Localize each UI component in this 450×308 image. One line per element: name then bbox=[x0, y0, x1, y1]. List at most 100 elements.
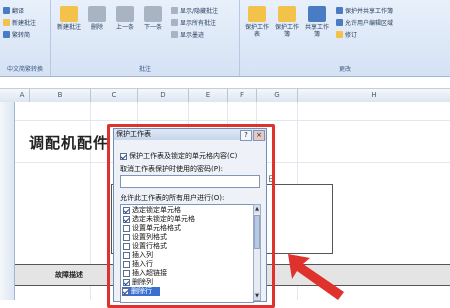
password-label: 取消工作表保护时使用的密码(P): bbox=[120, 165, 224, 173]
previous-comment-button[interactable]: 上一条 bbox=[111, 6, 139, 31]
list-item-selected[interactable]: 删除行 bbox=[122, 287, 160, 296]
list-item-label: 删除行 bbox=[131, 287, 152, 295]
protect-workbook-button[interactable]: 保护工作簿 bbox=[273, 6, 301, 38]
permissions-list[interactable]: 选定锁定单元格 选定未锁定的单元格 设置单元格格式 设置列格式 设置行格式 插入… bbox=[120, 204, 254, 303]
comment-icon bbox=[60, 6, 78, 22]
checkbox-checked-icon[interactable] bbox=[120, 152, 127, 160]
comment-toggle-icon bbox=[171, 7, 178, 14]
column-header[interactable]: F bbox=[228, 89, 257, 102]
checkbox-checked-icon[interactable] bbox=[123, 278, 130, 286]
lock-workbook-icon bbox=[278, 6, 296, 22]
list-item[interactable]: 设置列格式 bbox=[123, 233, 167, 242]
password-input[interactable] bbox=[120, 175, 260, 188]
list-item-label: 设置行格式 bbox=[132, 242, 167, 250]
column-header[interactable]: H bbox=[298, 89, 450, 102]
list-item-label: 设置列格式 bbox=[132, 233, 167, 241]
checkbox-label: 保护工作表及锁定的单元格内容(C) bbox=[129, 152, 238, 160]
share-icon bbox=[308, 6, 326, 22]
checkbox-unchecked-icon[interactable] bbox=[123, 242, 130, 250]
scroll-up-icon[interactable]: ▲ bbox=[254, 205, 260, 213]
checkbox-unchecked-icon[interactable] bbox=[123, 224, 130, 232]
track-changes-button[interactable]: 修订 bbox=[336, 30, 357, 39]
list-item-label: 插入行 bbox=[132, 260, 153, 268]
column-header[interactable]: E bbox=[189, 89, 228, 102]
list-item-label: 插入列 bbox=[132, 251, 153, 259]
translate-icon bbox=[3, 7, 10, 14]
checkbox-checked-icon[interactable] bbox=[122, 287, 129, 295]
show-ink-button[interactable]: 显示墨迹 bbox=[171, 30, 204, 39]
list-item[interactable]: 设置单元格格式 bbox=[123, 224, 181, 233]
lock-sheet-icon bbox=[248, 6, 266, 22]
previous-icon bbox=[116, 6, 134, 22]
fault-description-label: 故障描述 bbox=[55, 271, 83, 279]
ribbon-item-convert[interactable]: 繁转简 bbox=[3, 30, 30, 39]
delete-comment-button[interactable]: 删除 bbox=[83, 6, 111, 31]
column-header[interactable]: C bbox=[91, 89, 138, 102]
list-item-label: 选定锁定单元格 bbox=[132, 206, 181, 214]
toggle-comment-button[interactable]: 显示/隐藏批注 bbox=[171, 6, 218, 15]
next-comment-button[interactable]: 下一条 bbox=[139, 6, 167, 31]
ribbon-item-label: 允许用户编辑区域 bbox=[345, 20, 394, 27]
ribbon-item-label: 新建批注 bbox=[12, 20, 37, 27]
ribbon-item-label: 翻译 bbox=[12, 8, 25, 15]
new-comment-button[interactable]: 新建批注 bbox=[55, 6, 83, 31]
button-label: 保护工作簿 bbox=[274, 24, 299, 38]
list-item[interactable]: 插入超链接 bbox=[123, 269, 167, 278]
protect-sheet-dialog: 保护工作表 ? × 保护工作表及锁定的单元格内容(C) 取消工作表保护时使用的密… bbox=[113, 128, 267, 303]
checkbox-unchecked-icon[interactable] bbox=[123, 269, 130, 277]
list-item[interactable]: 选定未锁定的单元格 bbox=[123, 215, 195, 224]
help-button[interactable]: ? bbox=[240, 130, 252, 141]
list-item-label: 设置单元格格式 bbox=[132, 224, 181, 232]
share-workbook-button[interactable]: 共享工作簿 bbox=[303, 6, 331, 38]
ribbon-item-label: 修订 bbox=[345, 32, 358, 39]
ribbon-group-label: 更改 bbox=[338, 66, 351, 73]
ribbon-item-label: 显示/隐藏批注 bbox=[180, 8, 219, 15]
allow-edit-ranges-button[interactable]: 允许用户编辑区域 bbox=[336, 18, 393, 27]
allow-label: 允许此工作表的所有用户进行(O): bbox=[120, 194, 225, 202]
column-header[interactable]: B bbox=[30, 89, 91, 102]
checkbox-checked-icon[interactable] bbox=[123, 215, 130, 223]
column-header[interactable]: G bbox=[257, 89, 298, 102]
button-label: 删除 bbox=[90, 24, 103, 31]
formula-bar[interactable] bbox=[0, 77, 450, 89]
next-icon bbox=[144, 6, 162, 22]
button-label: 共享工作簿 bbox=[304, 24, 329, 38]
show-all-comments-button[interactable]: 显示所有批注 bbox=[171, 18, 216, 27]
checkbox-unchecked-icon[interactable] bbox=[123, 251, 130, 259]
ribbon-item-new-comment[interactable]: 新建批注 bbox=[3, 18, 36, 27]
ribbon-item-label: 保护并共享工作簿 bbox=[345, 8, 394, 15]
list-item[interactable]: 插入列 bbox=[123, 251, 153, 260]
button-label: 保护工作表 bbox=[244, 24, 269, 38]
list-item[interactable]: 选定锁定单元格 bbox=[123, 206, 181, 215]
ribbon-group-comments: 新建批注 删除 上一条 下一条 显示/隐藏批注 显示所有批注 显示墨迹 批注 bbox=[51, 0, 240, 76]
ribbon-item-translate[interactable]: 翻译 bbox=[3, 6, 24, 15]
checkbox-unchecked-icon[interactable] bbox=[123, 260, 130, 268]
list-scrollbar[interactable]: ▲ ▼ bbox=[253, 204, 261, 301]
list-item-label: 选定未锁定的单元格 bbox=[132, 215, 195, 223]
red-arrow-icon bbox=[288, 254, 344, 300]
ribbon-group-label: 中文简繁转换 bbox=[6, 66, 43, 73]
protect-content-option[interactable]: 保护工作表及锁定的单元格内容(C) bbox=[120, 151, 237, 161]
ribbon-item-label: 显示墨迹 bbox=[180, 32, 205, 39]
close-button[interactable]: × bbox=[253, 130, 265, 141]
delete-icon bbox=[88, 6, 106, 22]
list-item[interactable]: 删除列 bbox=[123, 278, 153, 287]
checkbox-checked-icon[interactable] bbox=[123, 206, 130, 214]
edit-ranges-icon bbox=[336, 19, 343, 26]
protect-share-button[interactable]: 保护并共享工作簿 bbox=[336, 6, 393, 15]
track-changes-icon bbox=[336, 31, 343, 38]
column-header[interactable]: A bbox=[15, 89, 30, 102]
scroll-thumb[interactable] bbox=[254, 215, 260, 249]
column-header[interactable]: D bbox=[138, 89, 189, 102]
ribbon-item-label: 显示所有批注 bbox=[180, 20, 217, 27]
list-item[interactable]: 插入行 bbox=[123, 260, 153, 269]
column-headers: A B C D E F G H bbox=[0, 89, 450, 103]
comments-icon bbox=[171, 19, 178, 26]
ribbon-group-changes: 保护工作表 保护工作簿 共享工作簿 保护并共享工作簿 允许用户编辑区域 修订 更… bbox=[240, 0, 450, 76]
ribbon: 翻译 新建批注 繁转简 中文简繁转换 新建批注 删除 上一条 下一条 显示/隐藏… bbox=[0, 0, 450, 77]
checkbox-unchecked-icon[interactable] bbox=[123, 233, 130, 241]
list-item[interactable]: 设置行格式 bbox=[123, 242, 167, 251]
protect-share-icon bbox=[336, 7, 343, 14]
scroll-down-icon[interactable]: ▼ bbox=[254, 292, 260, 300]
protect-sheet-button[interactable]: 保护工作表 bbox=[243, 6, 271, 38]
